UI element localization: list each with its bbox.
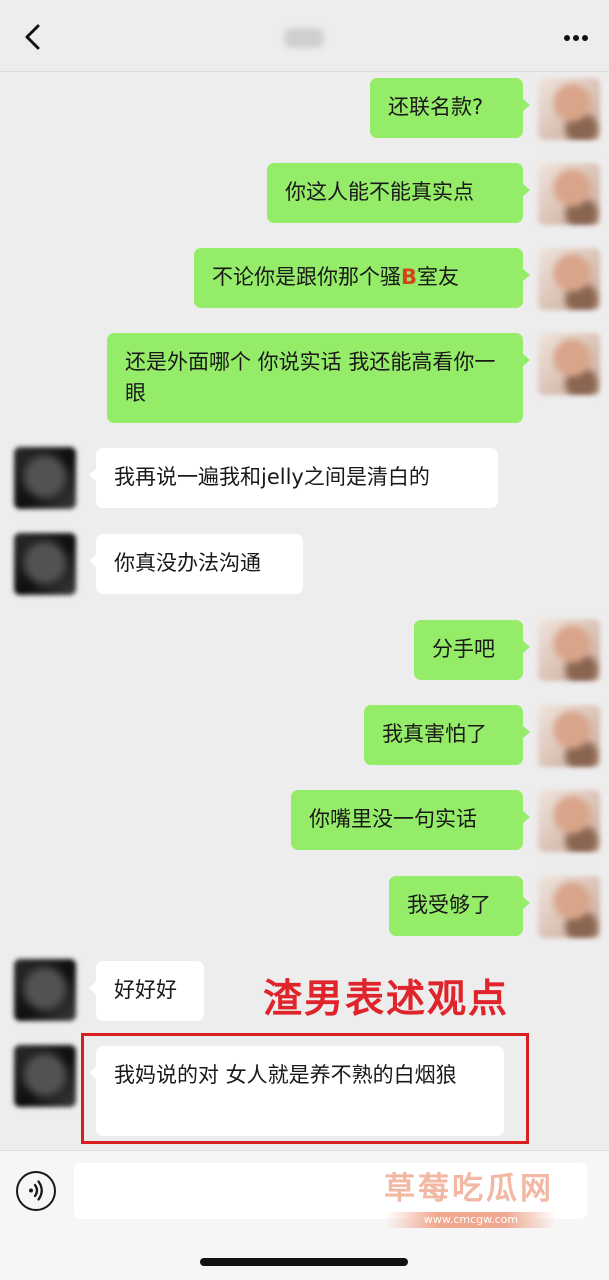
my-avatar[interactable] — [538, 705, 600, 767]
message-text: 你嘴里没一句实话 — [309, 807, 477, 831]
message-text: 分手吧 — [432, 637, 495, 661]
message-bubble-outgoing[interactable]: 你嘴里没一句实话 — [291, 790, 530, 850]
message-text-part: 不论你是跟你那个骚 — [212, 265, 401, 289]
voice-wave-glyph — [29, 1180, 43, 1201]
message-text: 还是外面哪个 你说实话 我还能高看你一眼 — [125, 350, 496, 405]
contact-avatar[interactable] — [14, 959, 76, 1021]
watermark-url: www.cmcgw.com — [386, 1212, 556, 1228]
message-bubble-outgoing[interactable]: 不论你是跟你那个骚B室友 — [194, 248, 530, 308]
voice-icon[interactable] — [16, 1171, 56, 1211]
my-avatar[interactable] — [538, 333, 600, 395]
message-text: 我受够了 — [407, 893, 491, 917]
contact-avatar[interactable] — [14, 533, 76, 595]
my-avatar[interactable] — [538, 248, 600, 310]
annotation-label: 渣男表述观点 — [263, 977, 510, 1022]
contact-avatar[interactable] — [14, 447, 76, 509]
message-bubble-outgoing[interactable]: 还是外面哪个 你说实话 我还能高看你一眼 — [107, 333, 530, 423]
message-text-part: 室友 — [417, 265, 460, 289]
message-text: 还联名款? — [388, 95, 484, 119]
watermark-text: 草莓吃瓜网 — [384, 1171, 554, 1207]
message-bubble-outgoing[interactable]: 你这人能不能真实点 — [267, 163, 530, 223]
message-text: 我再说一遍我和jelly之间是清白的 — [114, 465, 430, 489]
more-dots-icon[interactable] — [558, 28, 594, 48]
message-text: 好好好 — [114, 978, 177, 1002]
message-text: 你这人能不能真实点 — [285, 180, 474, 204]
message-bubble-outgoing[interactable]: 我受够了 — [389, 876, 530, 936]
my-avatar[interactable] — [538, 78, 600, 140]
message-bubble-incoming[interactable]: 你真没办法沟通 — [89, 534, 303, 594]
message-text: 我真害怕了 — [382, 722, 487, 746]
highlight-box — [81, 1033, 529, 1144]
chat-header — [0, 0, 609, 72]
highlighted-letter: B — [401, 265, 418, 289]
my-avatar[interactable] — [538, 619, 600, 681]
chevron-left-icon[interactable] — [18, 20, 48, 54]
contact-avatar[interactable] — [14, 1045, 76, 1107]
my-avatar[interactable] — [538, 163, 600, 225]
message-bubble-outgoing[interactable]: 分手吧 — [414, 620, 530, 680]
message-bubble-incoming[interactable]: 好好好 — [89, 961, 204, 1021]
my-avatar[interactable] — [538, 790, 600, 852]
my-avatar[interactable] — [538, 876, 600, 938]
home-indicator[interactable] — [200, 1258, 408, 1266]
message-bubble-outgoing[interactable]: 我真害怕了 — [364, 705, 530, 765]
message-text: 你真没办法沟通 — [114, 551, 261, 575]
chat-title — [284, 28, 324, 48]
message-bubble-incoming[interactable]: 我再说一遍我和jelly之间是清白的 — [89, 448, 498, 508]
message-bubble-outgoing[interactable]: 还联名款? — [370, 78, 530, 138]
